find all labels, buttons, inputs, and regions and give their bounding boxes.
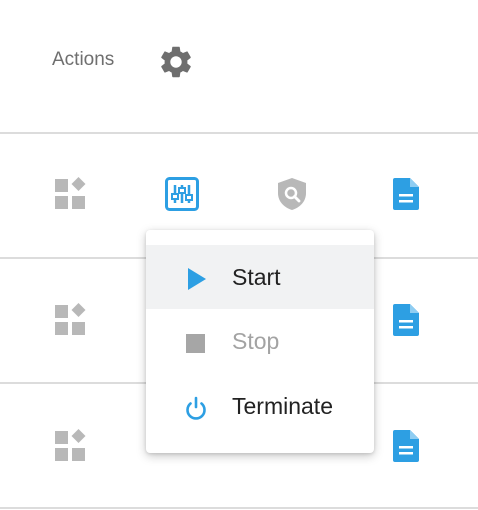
widgets-icon[interactable] [50, 300, 90, 340]
row-divider [0, 507, 478, 509]
menu-item-stop[interactable]: Stop [146, 309, 374, 373]
gear-icon[interactable] [157, 43, 195, 81]
menu-item-label: Terminate [232, 393, 333, 419]
menu-item-label: Start [232, 264, 281, 290]
play-icon [182, 265, 210, 293]
power-icon [182, 394, 210, 422]
tune-icon[interactable] [162, 174, 202, 214]
document-icon[interactable] [386, 300, 426, 340]
document-icon[interactable] [386, 174, 426, 214]
menu-item-label: Stop [232, 328, 280, 354]
action-menu: Start Stop Terminate [146, 230, 374, 453]
widgets-icon[interactable] [50, 426, 90, 466]
menu-item-start[interactable]: Start [146, 245, 374, 309]
actions-column-title: Actions [52, 49, 115, 70]
stop-icon [182, 329, 210, 357]
widgets-icon[interactable] [50, 174, 90, 214]
menu-item-terminate[interactable]: Terminate [146, 374, 374, 438]
actions-header: Actions [0, 0, 478, 132]
document-icon[interactable] [386, 426, 426, 466]
security-search-icon[interactable] [272, 174, 312, 214]
